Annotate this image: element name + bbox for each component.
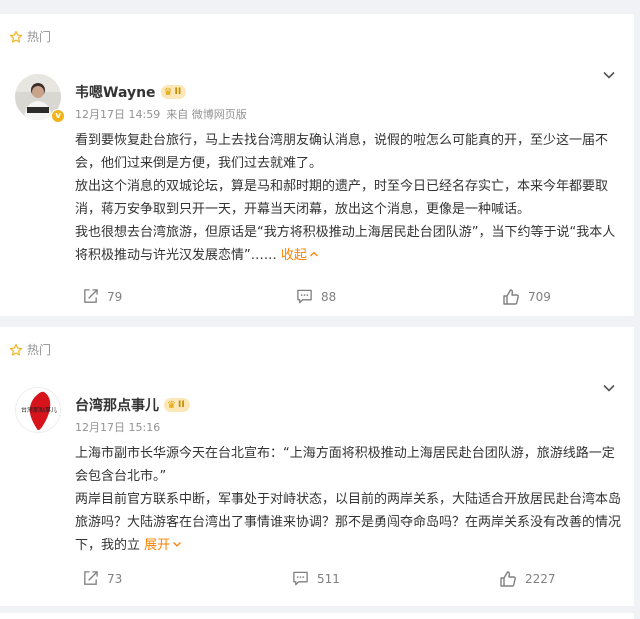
repost-count: 73 <box>107 571 123 586</box>
level-badge[interactable]: ♛ II <box>164 398 190 412</box>
comment-button[interactable]: 88 <box>296 288 336 305</box>
feed-card: 热门 v 韦嗯Wayne ♛ II 12月17日 14:59 来自 微博网页版 看… <box>0 14 634 316</box>
post-content: 看到要恢复赴台旅行，马上去找台湾朋友确认消息，说假的啦怎么可能真的开，至少这一届… <box>75 129 621 267</box>
author-name[interactable]: 台湾那点事儿 <box>75 395 159 415</box>
avatar-text: 台灣那點事儿 <box>20 407 57 414</box>
like-count: 709 <box>528 290 551 304</box>
chevron-down-icon[interactable] <box>602 68 616 82</box>
level-text: II <box>174 87 182 97</box>
hot-text: 热门 <box>27 343 52 357</box>
post-content: 上海市副市长华源今天在台北宣布：“上海方面将积极推动上海居民赴台团队游，旅游线路… <box>75 442 621 557</box>
hot-label: 热门 <box>9 341 51 358</box>
post-source: 来自 微博网页版 <box>166 108 247 121</box>
crown-icon: ♛ <box>167 399 176 411</box>
post-meta: 12月17日 15:16 <box>75 419 160 435</box>
avatar[interactable]: 台灣那點事儿 <box>15 387 61 433</box>
post-paragraph: 上海市副市长华源今天在台北宣布：“上海方面将积极推动上海居民赴台团队游，旅游线路… <box>75 446 615 484</box>
star-icon <box>9 343 23 356</box>
verified-badge-icon: v <box>51 109 65 123</box>
thumbs-up-icon <box>503 289 519 305</box>
post-meta: 12月17日 14:59 来自 微博网页版 <box>75 106 247 122</box>
repost-count: 79 <box>107 289 123 304</box>
next-card-edge <box>0 613 634 619</box>
level-badge[interactable]: ♛ II <box>160 85 187 99</box>
repost-icon <box>84 289 98 303</box>
chevron-down-icon <box>173 542 182 547</box>
repost-button[interactable]: 73 <box>82 570 122 587</box>
comment-count: 88 <box>321 289 337 304</box>
crown-icon: ♛ <box>163 86 173 98</box>
like-button[interactable]: 2227 <box>499 570 556 588</box>
hot-text: 热门 <box>27 30 52 44</box>
post-time[interactable]: 12月17日 14:59 <box>75 108 160 121</box>
expand-toggle[interactable]: 展开 <box>144 538 182 553</box>
comment-icon <box>297 289 312 304</box>
action-bar: 73 511 2227 <box>0 570 634 590</box>
post-paragraph: 两岸目前官方联系中断，军事处于对峙状态，以目前的两岸关系，大陆适合开放居民赴台湾… <box>75 492 622 553</box>
hot-label: 热门 <box>9 28 51 45</box>
repost-button[interactable]: 79 <box>82 288 122 305</box>
star-icon <box>9 30 23 43</box>
comment-button[interactable]: 511 <box>292 570 340 587</box>
post-time[interactable]: 12月17日 15:16 <box>75 421 160 434</box>
collapse-toggle[interactable]: 收起 <box>281 248 319 263</box>
like-count: 2227 <box>525 572 556 586</box>
repost-icon <box>84 571 98 585</box>
action-bar: 79 88 709 <box>0 288 634 308</box>
post-paragraph: 看到要恢复赴台旅行，马上去找台湾朋友确认消息，说假的啦怎么可能真的开，至少这一届… <box>75 133 609 171</box>
like-button[interactable]: 709 <box>502 288 551 306</box>
chevron-down-icon[interactable] <box>602 381 616 395</box>
thumbs-up-icon <box>500 571 516 587</box>
feed-card: 热门 台灣那點事儿 台湾那点事儿 ♛ II 12月17日 15:16 上海市副市… <box>0 327 634 606</box>
author-name[interactable]: 韦嗯Wayne <box>75 82 156 102</box>
comment-icon <box>293 571 308 586</box>
comment-count: 511 <box>317 571 340 586</box>
chevron-up-icon <box>309 251 318 257</box>
level-text: II <box>177 400 185 410</box>
post-paragraph: 我也很想去台湾旅游，但原话是“我方将积极推动上海居民赴台团队游”，当下约等于说“… <box>75 225 616 263</box>
post-paragraph: 放出这个消息的双城论坛，算是马和郝时期的遗产，时至今日已经名存实亡，本来今年都要… <box>75 179 609 217</box>
